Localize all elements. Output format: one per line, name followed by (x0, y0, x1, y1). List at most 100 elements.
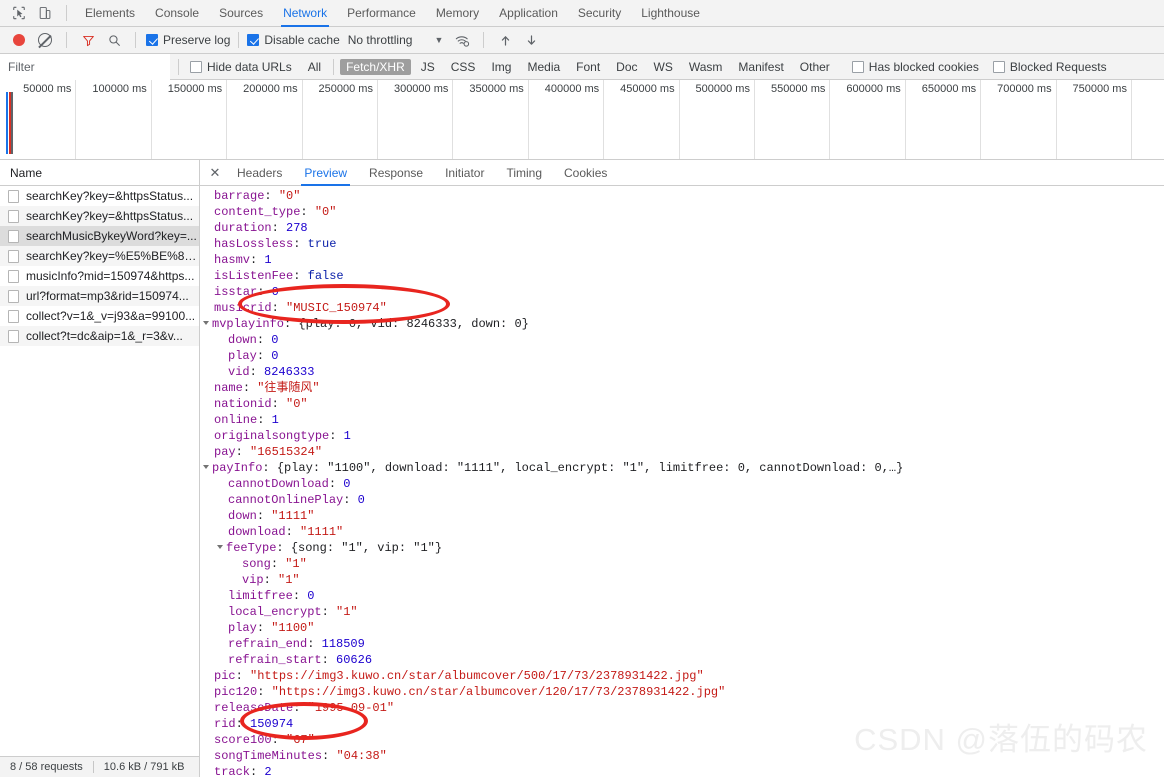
record-stop-icon[interactable] (6, 28, 32, 52)
json-line[interactable]: score100: "67" (200, 732, 1164, 748)
hide-data-urls-checkbox[interactable]: Hide data URLs (190, 60, 292, 74)
network-overview-timeline[interactable]: 50000 ms 100000 ms 150000 ms 200000 ms 25000… (0, 80, 1164, 160)
detail-tab-response[interactable]: Response (358, 160, 434, 186)
export-har-icon[interactable] (518, 28, 544, 52)
preview-json-viewer[interactable]: barrage: "0" content_type: "0" duration: 2… (200, 186, 1164, 777)
clear-icon[interactable] (32, 28, 58, 52)
blocked-requests-checkbox[interactable]: Blocked Requests (992, 60, 1107, 74)
filter-type-css[interactable]: CSS (445, 59, 482, 75)
json-line[interactable]: play: "1100" (200, 620, 1164, 636)
has-blocked-cookies-checkbox[interactable]: Has blocked cookies (851, 60, 979, 74)
filter-type-wasm[interactable]: Wasm (683, 59, 729, 75)
json-line[interactable]: song: "1" (200, 556, 1164, 572)
json-line[interactable]: refrain_start: 60626 (200, 652, 1164, 668)
filter-type-media[interactable]: Media (521, 59, 566, 75)
json-line[interactable]: online: 1 (200, 412, 1164, 428)
json-line[interactable]: nationid: "0" (200, 396, 1164, 412)
disclosure-triangle-icon[interactable] (203, 465, 209, 469)
json-line[interactable]: duration: 278 (200, 220, 1164, 236)
tab-memory[interactable]: Memory (426, 0, 489, 27)
request-row[interactable]: collect?t=dc&aip=1&_r=3&v... (0, 326, 199, 346)
json-line[interactable]: local_encrypt: "1" (200, 604, 1164, 620)
filter-funnel-icon[interactable] (75, 28, 101, 52)
device-toolbar-icon[interactable] (32, 1, 58, 25)
request-row[interactable]: url?format=mp3&rid=150974... (0, 286, 199, 306)
json-line[interactable]: pic: "https://img3.kuwo.cn/star/albumcov… (200, 668, 1164, 684)
detail-tab-timing[interactable]: Timing (495, 160, 553, 186)
json-line[interactable]: pic120: "https://img3.kuwo.cn/star/album… (200, 684, 1164, 700)
json-line[interactable]: vip: "1" (200, 572, 1164, 588)
filter-type-js[interactable]: JS (415, 59, 441, 75)
detail-tab-cookies[interactable]: Cookies (553, 160, 618, 186)
json-line[interactable]: down: 0 (200, 332, 1164, 348)
filter-type-ws[interactable]: WS (648, 59, 679, 75)
json-line[interactable]: limitfree: 0 (200, 588, 1164, 604)
request-row[interactable]: searchKey?key=%E5%BE%80... (0, 246, 199, 266)
request-row[interactable]: collect?v=1&_v=j93&a=99100... (0, 306, 199, 326)
json-line[interactable]: download: "1111" (200, 524, 1164, 540)
json-line[interactable]: songTimeMinutes: "04:38" (200, 748, 1164, 764)
json-line[interactable]: pay: "16515324" (200, 444, 1164, 460)
tab-console[interactable]: Console (145, 0, 209, 27)
tab-security[interactable]: Security (568, 0, 631, 27)
json-line[interactable]: track: 2 (200, 764, 1164, 777)
request-row[interactable]: searchKey?key=&httpsStatus... (0, 206, 199, 226)
json-key: originalsongtype (214, 429, 330, 443)
json-line[interactable]: releaseDate: "1995-09-01" (200, 700, 1164, 716)
json-line[interactable]: vid: 8246333 (200, 364, 1164, 380)
filter-type-manifest[interactable]: Manifest (732, 59, 789, 75)
tab-sources[interactable]: Sources (209, 0, 273, 27)
json-line[interactable]: isstar: 0 (200, 284, 1164, 300)
detail-tab-preview[interactable]: Preview (293, 160, 358, 186)
json-line[interactable]: play: 0 (200, 348, 1164, 364)
json-line[interactable]: barrage: "0" (200, 188, 1164, 204)
import-har-icon[interactable] (492, 28, 518, 52)
json-line[interactable]: hasLossless: true (200, 236, 1164, 252)
network-conditions-icon[interactable] (449, 28, 475, 52)
tab-performance[interactable]: Performance (337, 0, 426, 27)
detail-tab-headers[interactable]: Headers (226, 160, 293, 186)
filter-type-other[interactable]: Other (794, 59, 836, 75)
request-list-header[interactable]: Name (0, 160, 199, 186)
preserve-log-checkbox[interactable]: Preserve log (146, 33, 230, 47)
request-list[interactable]: searchKey?key=&httpsStatus... searchKey?k… (0, 186, 199, 777)
inspect-element-icon[interactable] (6, 1, 32, 25)
json-line[interactable]: cannotOnlinePlay: 0 (200, 492, 1164, 508)
disclosure-triangle-icon[interactable] (203, 321, 209, 325)
json-line[interactable]: name: "往事随风" (200, 380, 1164, 396)
request-row[interactable]: musicInfo?mid=150974&https... (0, 266, 199, 286)
json-line[interactable]: musicrid: "MUSIC_150974" (200, 300, 1164, 316)
json-line[interactable]: content_type: "0" (200, 204, 1164, 220)
request-row[interactable]: searchMusicBykeyWord?key=... (0, 226, 199, 246)
search-icon[interactable] (101, 28, 127, 52)
tab-network[interactable]: Network (273, 0, 337, 27)
json-line[interactable]: hasmv: 1 (200, 252, 1164, 268)
disable-cache-checkbox[interactable]: Disable cache (247, 33, 340, 47)
json-line[interactable]: cannotDownload: 0 (200, 476, 1164, 492)
json-line[interactable]: originalsongtype: 1 (200, 428, 1164, 444)
request-row[interactable]: searchKey?key=&httpsStatus... (0, 186, 199, 206)
filter-type-img[interactable]: Img (485, 59, 517, 75)
filter-type-fetch-xhr[interactable]: Fetch/XHR (340, 58, 411, 75)
json-separator: : (293, 269, 308, 283)
chevron-down-icon[interactable]: ▼ (434, 35, 443, 45)
tab-application[interactable]: Application (489, 0, 568, 27)
disclosure-triangle-icon[interactable] (217, 545, 223, 549)
json-line[interactable]: isListenFee: false (200, 268, 1164, 284)
close-icon[interactable]: ✕ (204, 160, 226, 185)
detail-tab-initiator[interactable]: Initiator (434, 160, 495, 186)
json-line[interactable]: feeType: {song: "1", vip: "1"} (200, 540, 1164, 556)
filter-type-all[interactable]: All (302, 59, 327, 75)
json-line[interactable]: rid: 150974 (200, 716, 1164, 732)
json-line[interactable]: payInfo: {play: "1100", download: "1111"… (200, 460, 1164, 476)
throttling-select[interactable]: No throttling (348, 33, 413, 47)
filter-type-doc[interactable]: Doc (610, 59, 643, 75)
json-line[interactable]: down: "1111" (200, 508, 1164, 524)
tab-lighthouse[interactable]: Lighthouse (631, 0, 710, 27)
json-line[interactable]: refrain_end: 118509 (200, 636, 1164, 652)
filter-type-font[interactable]: Font (570, 59, 606, 75)
resource-type-filters: All Fetch/XHR JS CSS Img Media Font Doc WS Wasm Ma… (300, 58, 838, 75)
json-line[interactable]: mvplayinfo: {play: 0, vid: 8246333, down… (200, 316, 1164, 332)
filter-input[interactable] (0, 53, 170, 80)
tab-elements[interactable]: Elements (75, 0, 145, 27)
